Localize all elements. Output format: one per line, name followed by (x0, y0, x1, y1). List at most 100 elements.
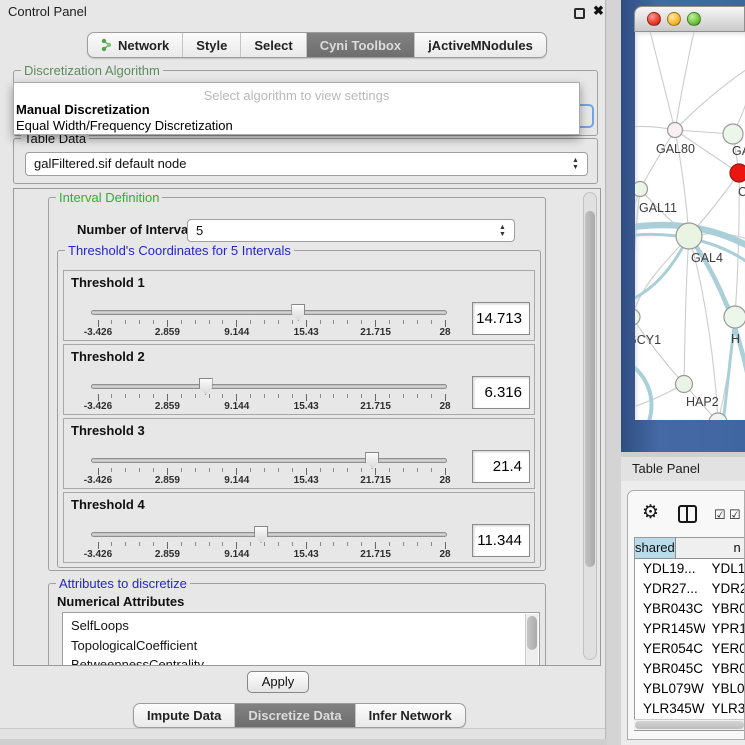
column-header-name[interactable]: n (676, 538, 745, 558)
popup-item-manual-discretization[interactable]: Manual Discretization (16, 102, 150, 117)
network-node-c[interactable] (730, 164, 745, 182)
panel-divider (607, 0, 621, 745)
table-row[interactable]: YBR045CYBR0 (635, 659, 745, 679)
cell-shared-name[interactable]: YDL19... (635, 559, 705, 579)
tab-network[interactable]: Network (88, 33, 183, 57)
float-icon[interactable] (574, 8, 585, 19)
cell-name[interactable]: YBR0 (705, 599, 745, 619)
threshold-slider-track[interactable] (91, 310, 447, 315)
interval-definition-label: Interval Definition (56, 190, 162, 205)
table-row[interactable]: YDR27...YDR2 (635, 579, 745, 599)
window-title: Control Panel (8, 4, 87, 19)
network-window-titlebar[interactable] (634, 6, 745, 32)
threshold-slider-track[interactable] (91, 532, 447, 537)
cell-name[interactable]: YPR1 (705, 619, 745, 639)
close-icon[interactable]: ✖ (593, 3, 604, 19)
table-data-combobox[interactable]: galFiltered.sif default node ▲▼ (25, 152, 588, 176)
number-of-intervals-combobox[interactable]: 5 ▲▼ (187, 219, 515, 242)
cell-name[interactable]: YER0 (705, 639, 745, 659)
tab-infer-network[interactable]: Infer Network (356, 704, 465, 727)
column-header-shared-name[interactable]: shared... (635, 538, 676, 558)
cell-shared-name[interactable]: YBL079W (635, 679, 705, 699)
table-row[interactable]: YER054CYER0 (635, 639, 745, 659)
network-node-h[interactable] (724, 306, 745, 328)
minimize-traffic-light-icon[interactable] (667, 12, 681, 26)
cell-name[interactable]: YDL1 (705, 559, 745, 579)
threshold-value-field[interactable]: 14.713 (472, 302, 530, 335)
threshold-panel-1: Threshold 1-3.4262.8599.14415.4321.71528… (63, 270, 535, 341)
network-node-gcy1[interactable] (635, 309, 640, 325)
table-header-row: shared... n (635, 538, 745, 559)
tab-cyni-toolbox[interactable]: Cyni Toolbox (307, 33, 415, 57)
threshold-value-field[interactable]: 11.344 (472, 524, 530, 557)
panel-scrollbar[interactable] (583, 192, 597, 660)
network-node-gal4[interactable] (676, 223, 702, 249)
table-row[interactable]: YLR345WYLR3 (635, 699, 745, 719)
cell-name[interactable]: YBR0 (705, 659, 745, 679)
table-window: ⚙ ☑ ☑ shared... n YDL19...YDL1YDR27...YD… (627, 490, 745, 740)
threshold-value-field[interactable]: 21.4 (472, 450, 530, 483)
combo-stepper-icon: ▲▼ (498, 224, 507, 238)
attribute-list-item[interactable]: SelfLoops (71, 616, 539, 636)
table-horizontal-scrollbar[interactable] (634, 719, 745, 730)
columns-icon[interactable] (678, 505, 697, 523)
checkbox-icon[interactable]: ☑ (714, 507, 726, 523)
table-row[interactable]: YBR043CYBR0 (635, 599, 745, 619)
tab-impute-data[interactable]: Impute Data (134, 704, 235, 727)
attribute-list-item[interactable]: TopologicalCoefficient (71, 636, 539, 656)
cell-shared-name[interactable]: YBR043C (635, 599, 705, 619)
zoom-traffic-light-icon[interactable] (687, 12, 701, 26)
network-node-ga[interactable] (723, 124, 743, 144)
threshold-panel-3: Threshold 3-3.4262.8599.14415.4321.71528… (63, 418, 535, 489)
table-row[interactable]: YPR145WYPR1 (635, 619, 745, 639)
cell-shared-name[interactable]: YLR345W (635, 699, 705, 719)
cell-shared-name[interactable]: YER054C (635, 639, 705, 659)
attributes-list-scrollbar[interactable] (525, 614, 538, 666)
threshold-slider-track[interactable] (91, 384, 447, 389)
window-bottom-strip (0, 728, 605, 739)
threshold-slider-thumb[interactable] (199, 378, 213, 395)
threshold-slider-thumb[interactable] (254, 526, 268, 543)
cell-name[interactable]: YLR3 (705, 699, 745, 719)
threshold-value-field[interactable]: 6.316 (472, 376, 530, 409)
algorithm-popup: Select algorithm to view settings Manual… (13, 82, 580, 135)
tab-style[interactable]: Style (183, 33, 241, 57)
table-data-value: galFiltered.sif default node (34, 156, 186, 171)
close-traffic-light-icon[interactable] (647, 12, 661, 26)
threshold-label: Threshold 2 (71, 349, 145, 364)
tab-label: Network (118, 38, 169, 53)
network-node-gal80[interactable] (668, 123, 683, 138)
cell-shared-name[interactable]: YBR045C (635, 659, 705, 679)
node-label: GCY1 (635, 333, 661, 347)
popup-item-equal-width-frequency[interactable]: Equal Width/Frequency Discretization (16, 118, 233, 133)
tab-label: Select (254, 38, 292, 53)
threshold-label: Threshold 3 (71, 423, 145, 438)
threshold-label: Threshold 1 (71, 275, 145, 290)
attribute-list-item[interactable]: BetweennessCentrality (71, 655, 539, 666)
slider-tick-labels: -3.4262.8599.14415.4321.71528 (98, 549, 445, 561)
numerical-attributes-label: Numerical Attributes (57, 594, 184, 609)
cell-name[interactable]: YBL0 (705, 679, 745, 699)
threshold-slider-thumb[interactable] (291, 304, 305, 321)
cell-name[interactable]: YDR2 (705, 579, 745, 599)
threshold-slider-thumb[interactable] (365, 452, 379, 469)
network-node-hap2[interactable] (676, 376, 693, 393)
tab-discretize-data[interactable]: Discretize Data (235, 704, 355, 727)
threshold-slider-track[interactable] (91, 458, 447, 463)
tab-label: Impute Data (147, 708, 221, 723)
table-row[interactable]: YBL079WYBL0 (635, 679, 745, 699)
threshold-panel-4: Threshold 4-3.4262.8599.14415.4321.71528… (63, 492, 535, 563)
network-node-gal11[interactable] (635, 182, 648, 197)
tab-label: Infer Network (369, 708, 452, 723)
cell-shared-name[interactable]: YDR27... (635, 579, 705, 599)
node-label: GA (732, 144, 745, 158)
apply-button[interactable]: Apply (247, 671, 309, 693)
tab-jactivemnodules[interactable]: jActiveMNodules (415, 33, 546, 57)
table-row[interactable]: YDL19...YDL1 (635, 559, 745, 579)
tab-select[interactable]: Select (241, 33, 306, 57)
gear-icon[interactable]: ⚙ (642, 501, 659, 524)
attributes-to-discretize-label: Attributes to discretize (56, 576, 190, 591)
network-canvas[interactable]: GAL80GACGAL11GAL4GCY1HHAP2 (635, 32, 745, 420)
checkbox-icon[interactable]: ☑ (729, 507, 741, 523)
cell-shared-name[interactable]: YPR145W (635, 619, 705, 639)
